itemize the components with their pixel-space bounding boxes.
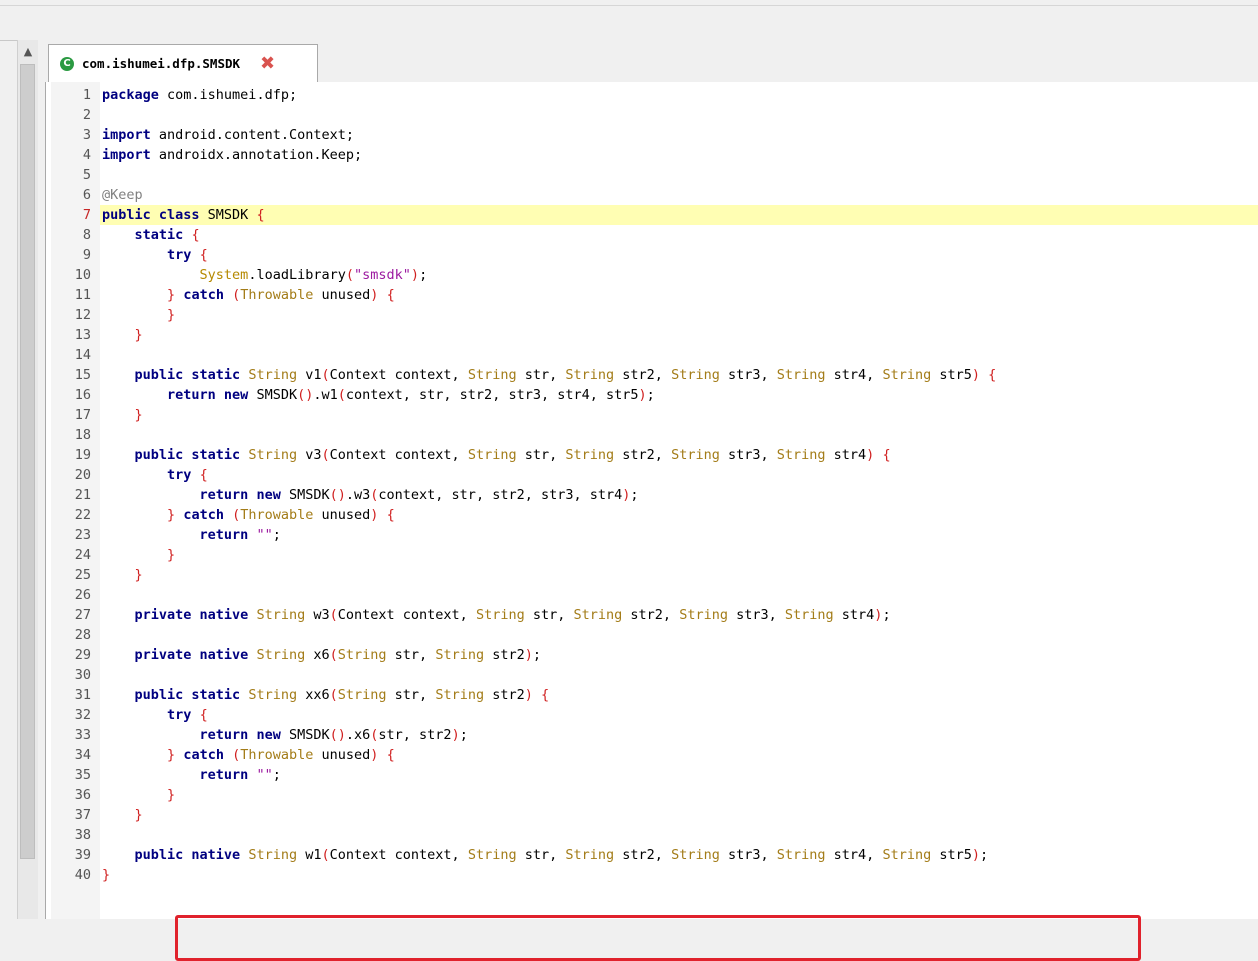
- highlight-box: [175, 915, 1141, 961]
- panel-divider: [38, 40, 45, 919]
- code-line[interactable]: [46, 825, 1258, 845]
- left-scrollbar[interactable]: ▲: [17, 40, 39, 919]
- code-line[interactable]: [46, 105, 1258, 125]
- code-line[interactable]: import androidx.annotation.Keep;: [46, 145, 1258, 165]
- code-text: try {: [167, 467, 208, 483]
- code-text: return new SMSDK().w1(context, str, str2…: [167, 387, 655, 403]
- line-number: 7: [82, 207, 91, 223]
- code-line[interactable]: } catch (Throwable unused) {: [46, 285, 1258, 305]
- code-line[interactable]: }: [46, 785, 1258, 805]
- code-text: return "";: [199, 767, 281, 783]
- code-text: }: [134, 407, 143, 423]
- code-text: return "";: [199, 527, 281, 543]
- code-text: @Keep: [102, 187, 143, 203]
- code-text: } catch (Throwable unused) {: [167, 507, 395, 523]
- scroll-up-arrow-icon[interactable]: ▲: [18, 40, 38, 62]
- code-text: }: [102, 867, 111, 883]
- code-line[interactable]: return "";: [46, 525, 1258, 545]
- code-text: } catch (Throwable unused) {: [167, 747, 395, 763]
- code-text: try {: [167, 247, 208, 263]
- code-text: System.loadLibrary("smsdk");: [199, 267, 428, 283]
- code-text: import android.content.Context;: [102, 127, 354, 143]
- code-text: public native String w1(Context context,…: [134, 847, 989, 863]
- code-line[interactable]: [46, 625, 1258, 645]
- code-line[interactable]: public native String w1(Context context,…: [46, 845, 1258, 865]
- code-line[interactable]: }: [46, 305, 1258, 325]
- class-icon: C: [60, 56, 74, 71]
- code-text: public static String xx6(String str, Str…: [134, 687, 550, 703]
- close-icon[interactable]: ✖: [260, 54, 275, 73]
- code-text: }: [167, 547, 176, 563]
- code-line[interactable]: } catch (Throwable unused) {: [46, 745, 1258, 765]
- code-line[interactable]: public static String xx6(String str, Str…: [46, 685, 1258, 705]
- code-text: private native String x6(String str, Str…: [134, 647, 542, 663]
- code-line[interactable]: return new SMSDK().x6(str, str2);: [46, 725, 1258, 745]
- tab-title: com.ishumei.dfp.SMSDK: [82, 56, 241, 71]
- toolbar: [0, 0, 1258, 41]
- code-text: } catch (Throwable unused) {: [167, 287, 395, 303]
- code-text: return new SMSDK().x6(str, str2);: [199, 727, 468, 743]
- code-text: static {: [134, 227, 200, 243]
- code-text: try {: [167, 707, 208, 723]
- code-line[interactable]: return new SMSDK().w1(context, str, str2…: [46, 385, 1258, 405]
- code-line[interactable]: return new SMSDK().w3(context, str, str2…: [46, 485, 1258, 505]
- scroll-thumb[interactable]: [20, 64, 35, 859]
- code-line[interactable]: }: [46, 325, 1258, 345]
- toolbar-divider: [0, 5, 1258, 6]
- code-text: return new SMSDK().w3(context, str, str2…: [199, 487, 639, 503]
- editor-tab[interactable]: C com.ishumei.dfp.SMSDK ✖: [48, 44, 318, 82]
- code-text: }: [167, 307, 176, 323]
- code-line[interactable]: [46, 585, 1258, 605]
- code-line[interactable]: import android.content.Context;: [46, 125, 1258, 145]
- code-line[interactable]: try {: [46, 705, 1258, 725]
- code-line[interactable]: @Keep: [46, 185, 1258, 205]
- code-line[interactable]: [46, 665, 1258, 685]
- code-line[interactable]: System.loadLibrary("smsdk");: [46, 265, 1258, 285]
- code-line[interactable]: static {: [46, 225, 1258, 245]
- code-text: }: [134, 327, 143, 343]
- code-line[interactable]: try {: [46, 245, 1258, 265]
- code-line[interactable]: }: [46, 565, 1258, 585]
- code-text: import androidx.annotation.Keep;: [102, 147, 363, 163]
- code-text: public static String v1(Context context,…: [134, 367, 997, 383]
- code-line[interactable]: [46, 425, 1258, 445]
- code-line[interactable]: try {: [46, 465, 1258, 485]
- code-text: public static String v3(Context context,…: [134, 447, 891, 463]
- code-text: private native String w3(Context context…: [134, 607, 891, 623]
- code-line[interactable]: public class SMSDK {: [100, 205, 1258, 225]
- code-line[interactable]: }: [46, 405, 1258, 425]
- code-editor[interactable]: 1 package com.ishumei.dfp; 2 3 import androi…: [45, 82, 1258, 961]
- code-text: }: [134, 807, 143, 823]
- code-line[interactable]: package com.ishumei.dfp;: [46, 85, 1258, 105]
- code-line[interactable]: [46, 165, 1258, 185]
- code-line[interactable]: [46, 345, 1258, 365]
- code-line[interactable]: private native String w3(Context context…: [46, 605, 1258, 625]
- code-text: public class SMSDK {: [102, 207, 265, 223]
- code-text: }: [167, 787, 176, 803]
- code-line[interactable]: public static String v3(Context context,…: [46, 445, 1258, 465]
- code-line[interactable]: }: [46, 865, 1258, 885]
- code-line[interactable]: return "";: [46, 765, 1258, 785]
- code-text: }: [134, 567, 143, 583]
- code-line[interactable]: }: [46, 805, 1258, 825]
- code-text: package com.ishumei.dfp;: [102, 87, 298, 103]
- code-line[interactable]: }: [46, 545, 1258, 565]
- code-line[interactable]: private native String x6(String str, Str…: [46, 645, 1258, 665]
- code-line[interactable]: public static String v1(Context context,…: [46, 365, 1258, 385]
- code-line[interactable]: } catch (Throwable unused) {: [46, 505, 1258, 525]
- editor-tab-bar: C com.ishumei.dfp.SMSDK ✖: [45, 40, 1258, 83]
